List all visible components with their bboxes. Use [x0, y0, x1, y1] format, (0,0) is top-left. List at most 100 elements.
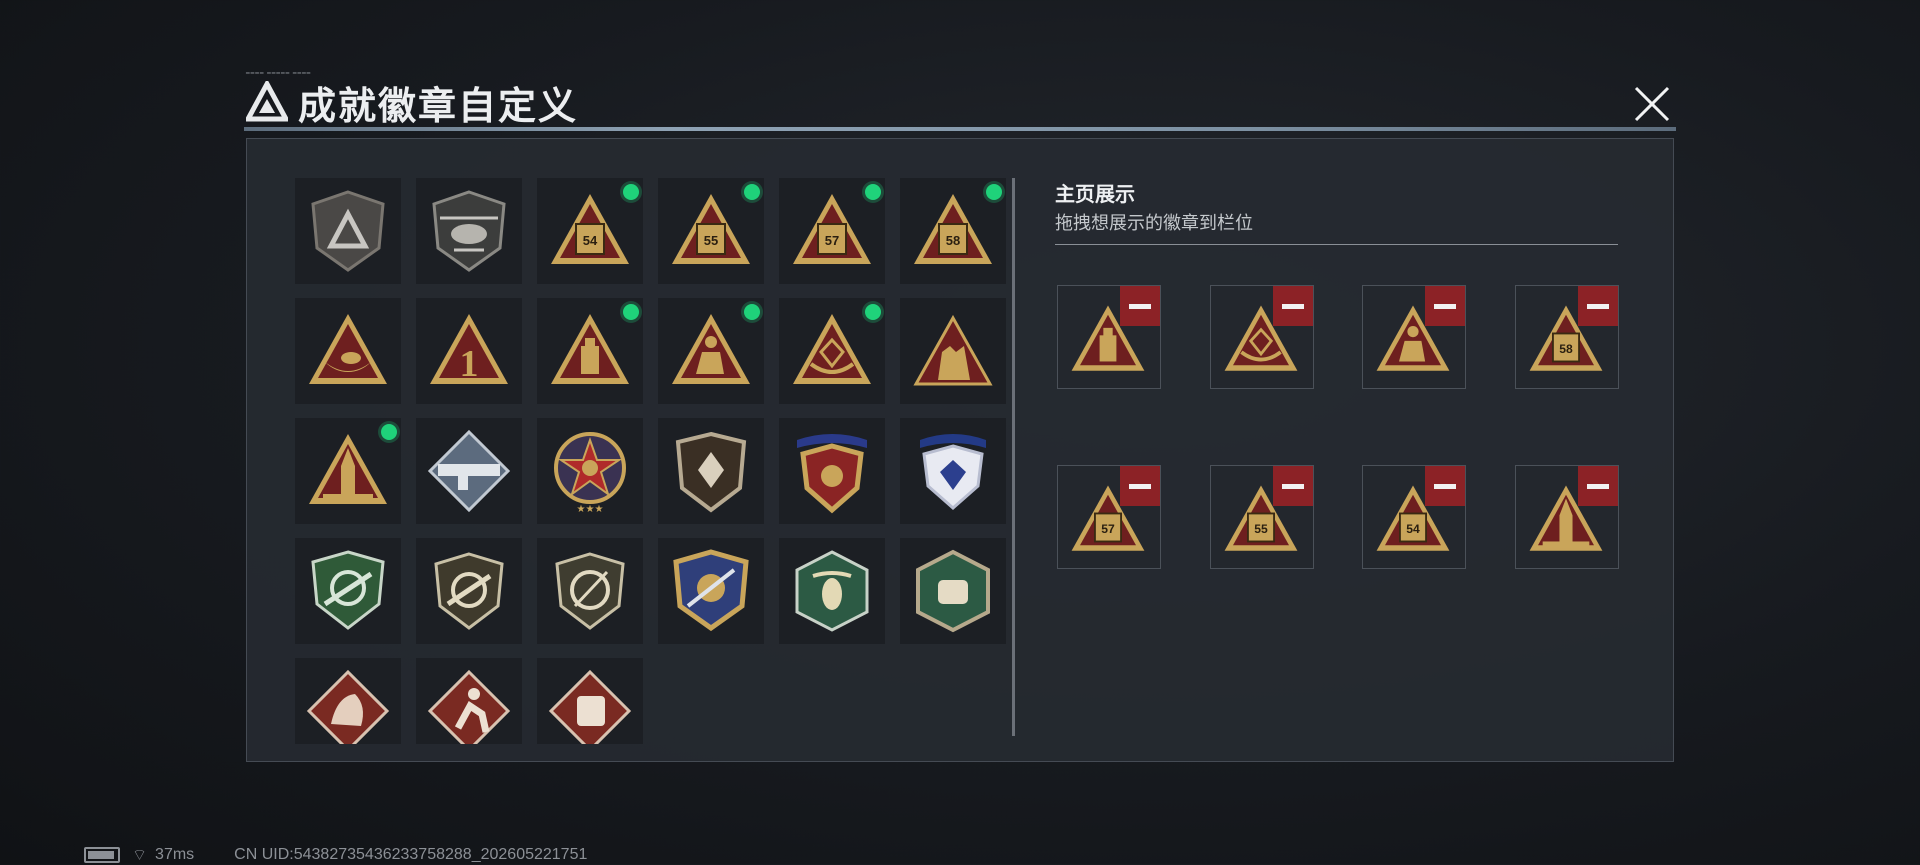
page-title: 成就徽章自定义	[298, 85, 579, 128]
showcase-divider	[1055, 244, 1618, 245]
svg-text:55: 55	[704, 233, 718, 248]
selected-indicator	[986, 184, 1002, 200]
badge-cell[interactable]	[900, 538, 1006, 644]
figure-triangle-icon	[672, 314, 750, 384]
showcase-slot[interactable]: 57	[1057, 465, 1161, 569]
badge-cell[interactable]	[658, 418, 764, 524]
badge-cell[interactable]: 57	[779, 178, 885, 284]
badge-cell[interactable]	[779, 418, 885, 524]
dragon-diamond-icon	[306, 669, 390, 744]
showcase-slot[interactable]: 54	[1362, 465, 1466, 569]
svg-text:58: 58	[1559, 342, 1573, 356]
delta-logo-icon	[246, 81, 288, 122]
star-medal-icon: ★★★	[554, 432, 626, 515]
badge-cell[interactable]	[416, 418, 522, 524]
number-one-triangle-icon: 1	[430, 314, 508, 385]
title-divider	[244, 127, 1676, 131]
showcase-slot[interactable]: 55	[1210, 465, 1314, 569]
fist-diamond-icon	[548, 669, 632, 744]
badge-cell[interactable]	[295, 538, 401, 644]
svg-text:58: 58	[946, 233, 960, 248]
badge-cell[interactable]: 1	[416, 298, 522, 404]
remove-badge-button[interactable]	[1120, 466, 1160, 506]
s4-triangle-icon: 54	[551, 194, 629, 264]
scrollbar[interactable]	[1012, 178, 1015, 736]
remove-badge-button[interactable]	[1425, 466, 1465, 506]
badge-cell[interactable]	[416, 538, 522, 644]
badge-cell[interactable]	[537, 538, 643, 644]
showcase-slot[interactable]	[1210, 285, 1314, 389]
remove-badge-button[interactable]	[1120, 286, 1160, 326]
rocket-launcher-diamond-icon	[427, 429, 511, 513]
runner-diamond-icon	[427, 669, 511, 744]
svg-text:1: 1	[460, 343, 479, 385]
green-rifle-scope-icon	[311, 550, 385, 630]
title-bar: 成就徽章自定义	[246, 74, 578, 130]
showcase-subtitle: 拖拽想展示的徽章到栏位	[1055, 213, 1253, 233]
logo-shield-icon	[311, 190, 385, 272]
s5-triangle-icon: 55	[672, 194, 750, 264]
remove-badge-button[interactable]	[1273, 286, 1313, 326]
showcase-slot[interactable]: 58	[1515, 285, 1619, 389]
selected-indicator	[381, 424, 397, 440]
badge-cell[interactable]	[295, 178, 401, 284]
badge-cell[interactable]	[537, 658, 643, 744]
selected-indicator	[623, 304, 639, 320]
badge-cell[interactable]	[416, 178, 522, 284]
badge-cell[interactable]	[900, 298, 1006, 404]
selected-indicator	[623, 184, 639, 200]
uid-text: CN UID:54382735436233758288_202605221751	[234, 846, 588, 863]
badge-cell[interactable]	[537, 298, 643, 404]
brown-shield-icon	[675, 431, 747, 513]
selected-indicator	[865, 304, 881, 320]
rocket-triangle-icon	[309, 434, 387, 504]
remove-badge-button[interactable]	[1425, 286, 1465, 326]
badge-cell[interactable]	[295, 418, 401, 524]
svg-text:★★★: ★★★	[577, 504, 604, 515]
helicopter-shield-icon	[432, 190, 506, 272]
close-icon	[1634, 86, 1670, 122]
showcase-slot[interactable]	[1057, 285, 1161, 389]
remove-badge-button[interactable]	[1578, 466, 1618, 506]
s7-triangle-icon: 57	[793, 194, 871, 264]
ping-readout: 37ms	[155, 846, 195, 863]
badge-cell[interactable]: ★★★	[537, 418, 643, 524]
gold-shield-stars-icon	[797, 434, 867, 514]
showcase-slot[interactable]	[1362, 285, 1466, 389]
badge-cell[interactable]	[779, 538, 885, 644]
close-button[interactable]	[1628, 80, 1676, 128]
badge-cell[interactable]	[779, 298, 885, 404]
flashdrive-triangle-icon	[551, 314, 629, 384]
badge-cell[interactable]	[658, 298, 764, 404]
badge-cell[interactable]: 54	[537, 178, 643, 284]
remove-badge-button[interactable]	[1273, 466, 1313, 506]
green-hexagon-fist-icon	[916, 549, 990, 633]
svg-text:57: 57	[1101, 522, 1115, 536]
selected-indicator	[865, 184, 881, 200]
diamond-hands-triangle-icon	[793, 314, 871, 384]
s8-triangle-icon: 58	[914, 194, 992, 264]
soldiers-triangle-icon	[913, 314, 993, 386]
badge-cell[interactable]: 55	[658, 178, 764, 284]
badge-cell[interactable]: 58	[900, 178, 1006, 284]
rifle-scope-icon	[434, 552, 504, 630]
showcase-slot[interactable]	[1515, 465, 1619, 569]
showcase-title: 主页展示	[1055, 184, 1135, 206]
svg-text:55: 55	[1254, 522, 1268, 536]
green-hexagon-bee-icon	[795, 550, 869, 632]
status-footer: ⌔ 37ms CN UID:54382735436233758288_20260…	[84, 846, 587, 864]
blue-gold-crest-icon	[673, 549, 749, 632]
badge-cell[interactable]	[658, 538, 764, 644]
badge-cell[interactable]	[295, 298, 401, 404]
blue-shield-diamond-icon	[920, 434, 986, 510]
selected-indicator	[744, 304, 760, 320]
boat-triangle-icon	[309, 314, 387, 384]
remove-badge-button[interactable]	[1578, 286, 1618, 326]
battery-icon	[84, 847, 120, 863]
badge-cell[interactable]	[900, 418, 1006, 524]
svg-text:54: 54	[583, 233, 598, 248]
badge-cell[interactable]	[295, 658, 401, 744]
svg-text:54: 54	[1406, 522, 1420, 536]
svg-text:57: 57	[825, 233, 839, 248]
badge-cell[interactable]	[416, 658, 522, 744]
